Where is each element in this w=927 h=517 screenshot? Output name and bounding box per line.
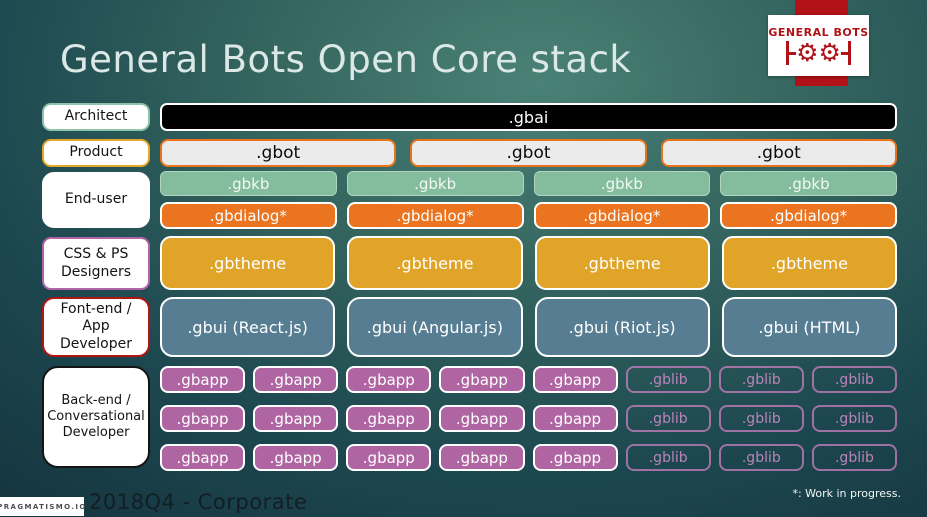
gbapp-box: .gbapp	[532, 444, 618, 471]
row-gbot: .gbot .gbot .gbot	[160, 139, 897, 167]
role-label-product: Product	[42, 139, 150, 167]
role-label-frontend-developer: Font-end / App Developer	[42, 297, 150, 357]
gbdialog-box: .gbdialog*	[160, 202, 337, 229]
gbkb-box: .gbkb	[346, 171, 524, 196]
row-gbai: .gbai	[160, 103, 897, 131]
gbapp-box: .gbapp	[160, 444, 246, 471]
role-label-designers: CSS & PS Designers	[42, 237, 150, 290]
gbapp-box: .gbapp	[253, 405, 339, 432]
gblib-box: .gblib	[718, 444, 804, 471]
row-backend-3: .gbapp .gbapp .gbapp .gbapp .gbapp .gbli…	[160, 444, 897, 471]
gbot-box: .gbot	[410, 139, 647, 167]
gbapp-box: .gbapp	[532, 405, 618, 432]
tool-line-icon	[789, 51, 797, 55]
tool-line-icon	[840, 51, 848, 55]
gbkb-box: .gbkb	[533, 171, 711, 196]
general-bots-logo: GENERAL BOTS ⚙ ⚙	[768, 15, 869, 76]
gbapp-box: .gbapp	[346, 366, 432, 393]
row-gbtheme: .gbtheme .gbtheme .gbtheme .gbtheme	[160, 236, 897, 290]
gbot-box: .gbot	[160, 139, 397, 167]
row-backend-2: .gbapp .gbapp .gbapp .gbapp .gbapp .gbli…	[160, 405, 897, 432]
gblib-box: .gblib	[718, 366, 804, 393]
gblib-box: .gblib	[625, 405, 711, 432]
gbkb-box: .gbkb	[160, 171, 337, 196]
gbkb-box: .gbkb	[720, 171, 897, 196]
gbapp-box: .gbapp	[439, 444, 525, 471]
gbapp-box: .gbapp	[253, 366, 339, 393]
gbapp-box: .gbapp	[253, 444, 339, 471]
gbdialog-box: .gbdialog*	[720, 202, 897, 229]
gears-icon: ⚙ ⚙	[786, 38, 851, 67]
role-label-backend-developer: Back-end / Conversational Developer	[42, 366, 150, 468]
gbot-box: .gbot	[660, 139, 897, 167]
role-label-end-user: End-user	[42, 172, 150, 228]
page-title: General Bots Open Core stack	[60, 38, 632, 81]
tool-bar-right-icon	[847, 41, 851, 65]
gbtheme-box: .gbtheme	[721, 236, 897, 290]
row-gbdialog: .gbdialog* .gbdialog* .gbdialog* .gbdial…	[160, 202, 897, 229]
row-backend-1: .gbapp .gbapp .gbapp .gbapp .gbapp .gbli…	[160, 366, 897, 393]
gear-icon: ⚙	[796, 38, 819, 67]
gbtheme-box: .gbtheme	[534, 236, 710, 290]
gbui-react-box: .gbui (React.js)	[160, 297, 336, 357]
row-gbkb: .gbkb .gbkb .gbkb .gbkb	[160, 171, 897, 196]
gear-icon: ⚙	[818, 38, 841, 67]
gbapp-box: .gbapp	[160, 405, 246, 432]
gbdialog-box: .gbdialog*	[533, 202, 711, 229]
slide: General Bots Open Core stack GENERAL BOT…	[0, 0, 927, 517]
pragmatismo-brand-badge: PRAGMATISMO.IO	[0, 497, 85, 516]
gbapp-box: .gbapp	[532, 366, 618, 393]
footer-caption: 2018Q4 - Corporate	[89, 490, 308, 514]
gbui-html-box: .gbui (HTML)	[721, 297, 897, 357]
gbapp-box: .gbapp	[346, 405, 432, 432]
gbtheme-box: .gbtheme	[160, 236, 336, 290]
gbapp-box: .gbapp	[439, 405, 525, 432]
gblib-box: .gblib	[811, 405, 897, 432]
row-gbui: .gbui (React.js) .gbui (Angular.js) .gbu…	[160, 297, 897, 357]
gbai-box: .gbai	[160, 103, 897, 131]
gblib-box: .gblib	[625, 444, 711, 471]
gblib-box: .gblib	[718, 405, 804, 432]
gbapp-box: .gbapp	[439, 366, 525, 393]
gbdialog-box: .gbdialog*	[346, 202, 524, 229]
gblib-box: .gblib	[811, 444, 897, 471]
gbui-riot-box: .gbui (Riot.js)	[534, 297, 710, 357]
gbtheme-box: .gbtheme	[347, 236, 523, 290]
gbapp-box: .gbapp	[160, 366, 246, 393]
role-label-architect: Architect	[42, 103, 150, 131]
gblib-box: .gblib	[811, 366, 897, 393]
gblib-box: .gblib	[625, 366, 711, 393]
gbui-angular-box: .gbui (Angular.js)	[347, 297, 523, 357]
gbapp-box: .gbapp	[346, 444, 432, 471]
work-in-progress-note: *: Work in progress.	[792, 487, 901, 500]
